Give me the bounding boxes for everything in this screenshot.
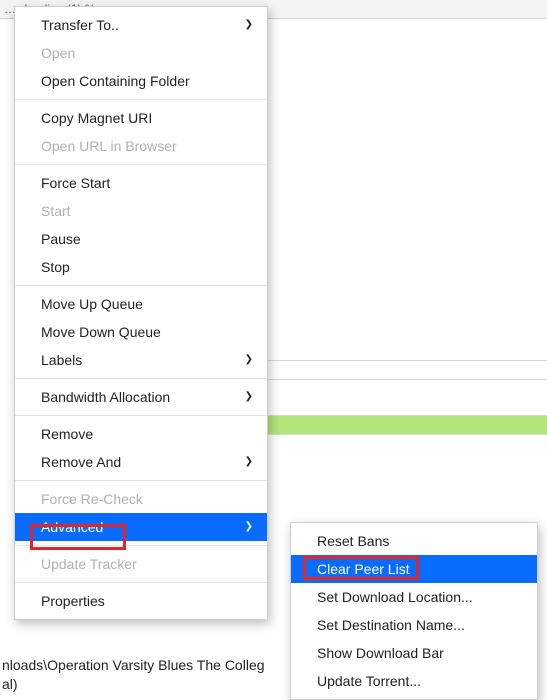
chevron-right-icon: ❯ xyxy=(237,20,253,30)
menu-labels[interactable]: Labels ❯ xyxy=(15,346,267,374)
menu-force-recheck: Force Re-Check xyxy=(15,485,267,513)
menu-item-label: Open xyxy=(41,45,75,61)
menu-item-label: Pause xyxy=(41,231,81,247)
menu-move-up-queue[interactable]: Move Up Queue xyxy=(15,290,267,318)
menu-pause[interactable]: Pause xyxy=(15,225,267,253)
menu-separator xyxy=(15,480,267,481)
chevron-right-icon: ❯ xyxy=(237,522,253,532)
menu-item-label: Force Re-Check xyxy=(41,491,143,507)
submenu-advanced: Reset Bans Clear Peer List Set Download … xyxy=(290,522,538,700)
menu-open: Open xyxy=(15,39,267,67)
menu-separator xyxy=(15,285,267,286)
menu-remove[interactable]: Remove xyxy=(15,420,267,448)
menu-item-label: Advanced xyxy=(41,519,103,535)
menu-item-label: Start xyxy=(41,203,71,219)
submenu-set-destination-name[interactable]: Set Destination Name... xyxy=(291,611,537,639)
menu-item-label: Open URL in Browser xyxy=(41,138,177,154)
menu-item-label: Labels xyxy=(41,352,82,368)
background-list-rows xyxy=(268,360,547,435)
menu-bandwidth-allocation[interactable]: Bandwidth Allocation ❯ xyxy=(15,383,267,411)
menu-update-tracker: Update Tracker xyxy=(15,550,267,578)
menu-open-url-in-browser: Open URL in Browser xyxy=(15,132,267,160)
menu-item-label: Transfer To.. xyxy=(41,17,119,33)
menu-separator xyxy=(15,415,267,416)
menu-item-label: Clear Peer List xyxy=(317,561,410,577)
menu-remove-and[interactable]: Remove And ❯ xyxy=(15,448,267,476)
submenu-reset-bans[interactable]: Reset Bans xyxy=(291,527,537,555)
menu-separator xyxy=(15,545,267,546)
chevron-right-icon: ❯ xyxy=(237,392,253,402)
menu-item-label: Remove And xyxy=(41,454,121,470)
menu-advanced[interactable]: Advanced ❯ xyxy=(15,513,267,541)
menu-item-label: Remove xyxy=(41,426,93,442)
menu-separator xyxy=(15,99,267,100)
menu-force-start[interactable]: Force Start xyxy=(15,169,267,197)
background-path-line-2: al) xyxy=(2,676,18,692)
submenu-update-torrent[interactable]: Update Torrent... xyxy=(291,667,537,695)
menu-separator xyxy=(15,378,267,379)
menu-item-label: Bandwidth Allocation xyxy=(41,389,170,405)
menu-item-label: Update Tracker xyxy=(41,556,137,572)
chevron-right-icon: ❯ xyxy=(237,355,253,365)
menu-separator xyxy=(15,582,267,583)
menu-item-label: Set Download Location... xyxy=(317,589,473,605)
chevron-right-icon: ❯ xyxy=(237,457,253,467)
menu-item-label: Show Download Bar xyxy=(317,645,444,661)
submenu-clear-peer-list[interactable]: Clear Peer List xyxy=(291,555,537,583)
menu-copy-magnet-uri[interactable]: Copy Magnet URI xyxy=(15,104,267,132)
menu-transfer-to[interactable]: Transfer To.. ❯ xyxy=(15,11,267,39)
menu-move-down-queue[interactable]: Move Down Queue xyxy=(15,318,267,346)
background-path-line: nloads\Operation Varsity Blues The Colle… xyxy=(2,657,265,673)
context-menu: Transfer To.. ❯ Open Open Containing Fol… xyxy=(14,6,268,620)
menu-item-label: Open Containing Folder xyxy=(41,73,190,89)
menu-properties[interactable]: Properties xyxy=(15,587,267,615)
menu-stop[interactable]: Stop xyxy=(15,253,267,281)
menu-item-label: Move Down Queue xyxy=(41,324,161,340)
menu-item-label: Update Torrent... xyxy=(317,673,421,689)
menu-item-label: Copy Magnet URI xyxy=(41,110,152,126)
menu-item-label: Move Up Queue xyxy=(41,296,143,312)
submenu-set-download-location[interactable]: Set Download Location... xyxy=(291,583,537,611)
menu-open-containing-folder[interactable]: Open Containing Folder xyxy=(15,67,267,95)
menu-start: Start xyxy=(15,197,267,225)
menu-item-label: Reset Bans xyxy=(317,533,389,549)
menu-separator xyxy=(15,164,267,165)
menu-item-label: Stop xyxy=(41,259,70,275)
menu-item-label: Properties xyxy=(41,593,105,609)
submenu-show-download-bar[interactable]: Show Download Bar xyxy=(291,639,537,667)
menu-item-label: Set Destination Name... xyxy=(317,617,465,633)
menu-item-label: Force Start xyxy=(41,175,110,191)
